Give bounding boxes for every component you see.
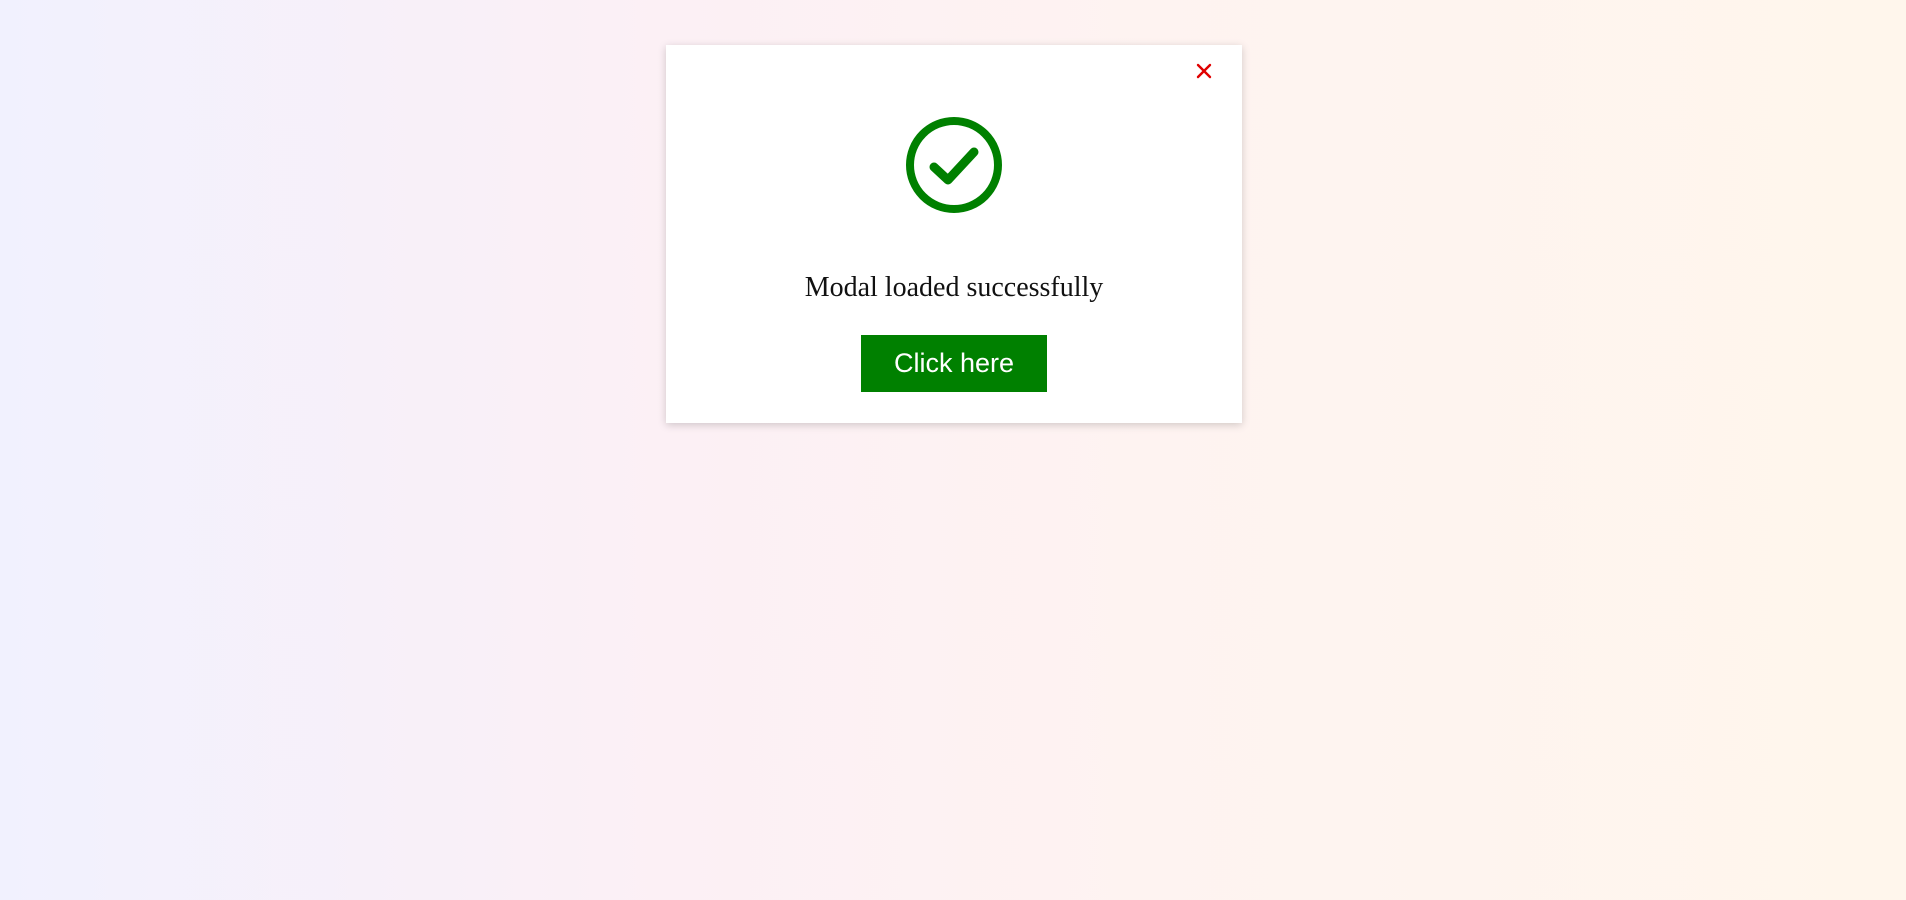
close-icon <box>1196 63 1212 79</box>
close-button[interactable] <box>1190 57 1218 85</box>
click-here-button[interactable]: Click here <box>861 335 1047 392</box>
modal-message: Modal loaded successfully <box>804 272 1104 303</box>
modal-dialog: Modal loaded successfully Click here <box>666 45 1242 423</box>
check-circle-icon <box>906 117 1002 213</box>
